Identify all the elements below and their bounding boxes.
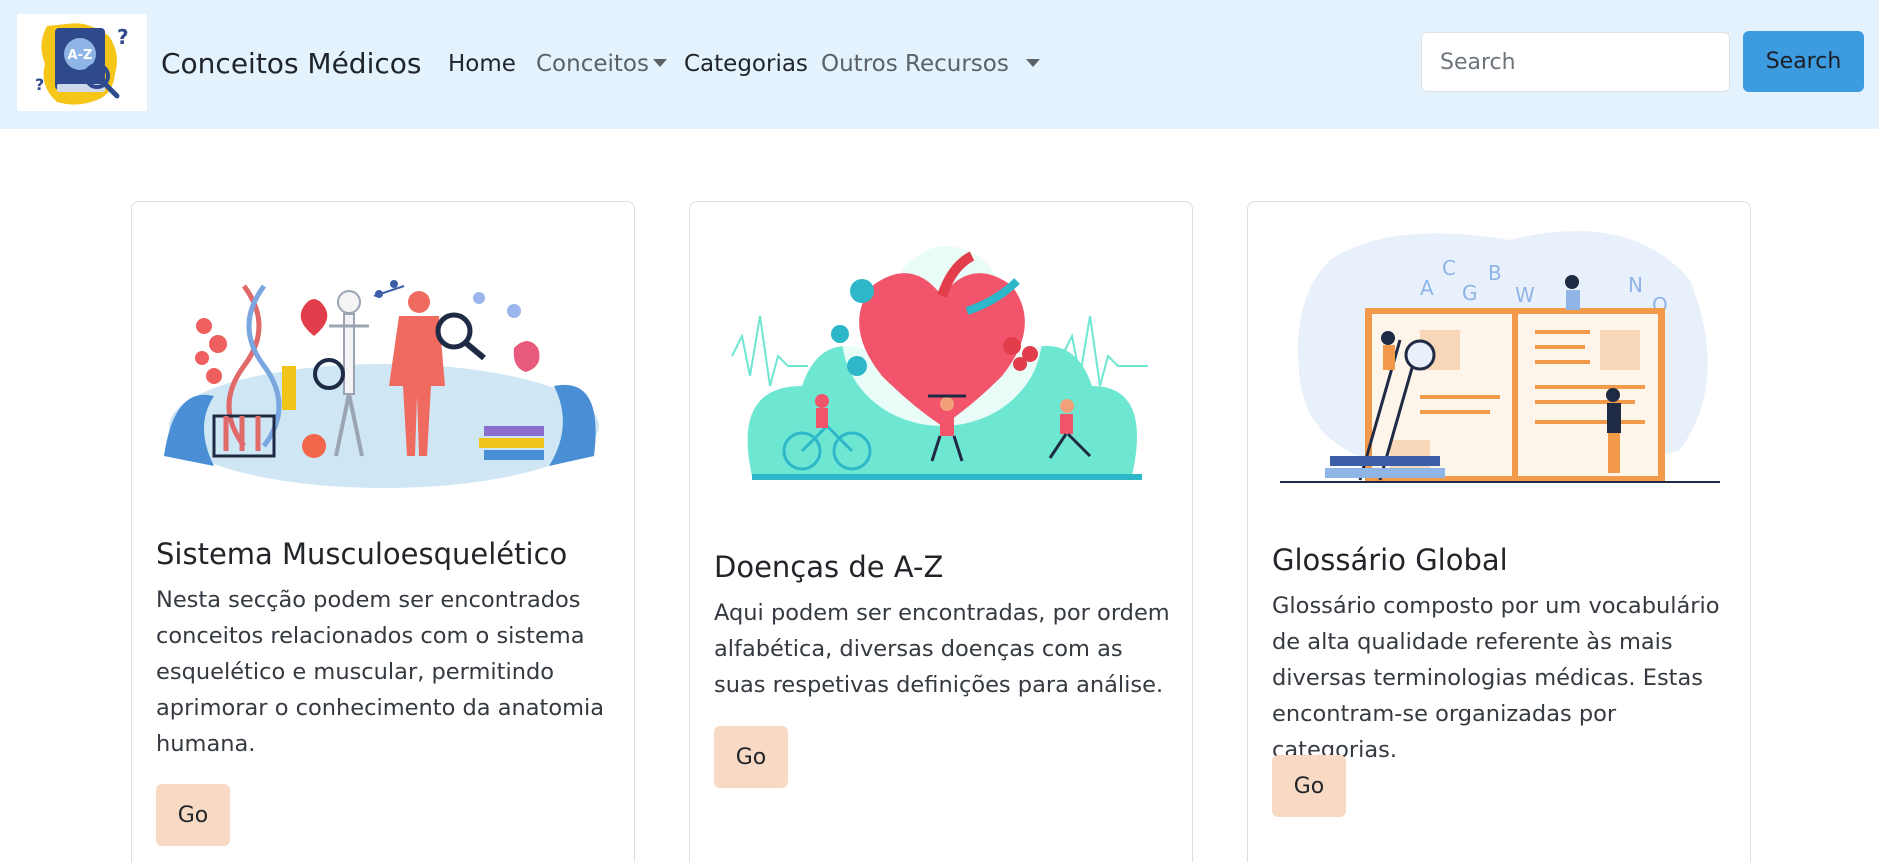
card-title: Sistema Musculoesquelético [156,537,568,571]
nav-home[interactable]: Home [448,48,516,80]
chevron-down-icon [1026,58,1041,67]
svg-text:N: N [1628,273,1643,297]
card-text: Aqui podem ser encontradas, por ordem al… [714,600,1170,698]
go-button[interactable]: Go [156,784,230,846]
open-book-glossary-illustration: A C G B W N Q [1280,231,1720,483]
nav-outros-recursos-dropdown[interactable]: Outros Recursos [821,48,1041,80]
card-musculoskeletal: Sistema Musculoesquelético Nesta secção … [131,201,635,862]
svg-text:?: ? [117,25,129,49]
card-text: Nesta secção podem ser encontrados conce… [156,587,605,757]
nav-outros-recursos-label: Outros Recursos [821,51,1009,77]
card-text: Glossário composto por um vocabulário de… [1272,593,1720,763]
svg-text:G: G [1462,281,1478,305]
brand-name[interactable]: Conceitos Médicos [161,44,421,84]
card-diseases-a-z: Doenças de A-Z Aqui podem ser encontrada… [689,201,1193,862]
chevron-down-icon [652,58,667,67]
card-title: Glossário Global [1272,543,1508,577]
brand-logo[interactable]: A-Z ? ? [17,14,147,111]
search-input[interactable] [1421,32,1730,92]
navbar: A-Z ? ? Conceitos Médicos Home Conceitos… [0,0,1879,129]
search-button[interactable]: Search [1743,31,1864,92]
nav-conceitos-label: Conceitos [536,51,649,77]
svg-text:A: A [1420,276,1434,300]
book-magnifier-icon: A-Z ? ? [35,23,129,105]
card-title: Doenças de A-Z [714,550,944,584]
svg-text:B: B [1488,261,1502,285]
svg-text:?: ? [35,75,44,94]
nav-categorias[interactable]: Categorias [684,48,808,80]
card-global-glossary: A C G B W N Q Glossário Global Glossário… [1247,201,1751,862]
nav-conceitos-dropdown[interactable]: Conceitos [536,48,667,80]
go-button[interactable]: Go [714,726,788,788]
anatomy-illustration [164,280,599,488]
go-button[interactable]: Go [1272,755,1346,817]
svg-text:C: C [1442,256,1456,280]
svg-text:W: W [1515,283,1535,307]
heart-fitness-illustration [731,246,1148,480]
svg-text:A-Z: A-Z [68,48,93,63]
